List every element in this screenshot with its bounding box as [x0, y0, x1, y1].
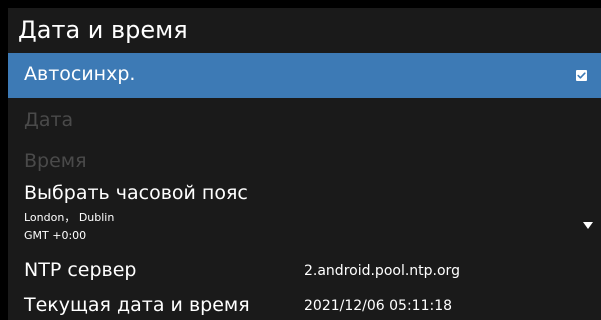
checkmark-icon [577, 72, 586, 79]
auto-sync-checkbox[interactable] [576, 70, 587, 81]
current-datetime-value: 2021/12/06 05:11:18 [304, 298, 453, 314]
current-datetime-label: Текущая дата и время [24, 294, 250, 316]
time-row[interactable]: Время [8, 144, 601, 178]
auto-sync-label: Автосинхр. [24, 63, 136, 85]
auto-sync-row[interactable]: Автосинхр. [8, 53, 601, 98]
page-title: Дата и время [18, 16, 188, 44]
date-row[interactable]: Дата [8, 103, 601, 137]
timezone-label: Выбрать часовой пояс [24, 182, 248, 204]
current-datetime-row: Текущая дата и время 2021/12/06 05:11:18 [8, 291, 601, 319]
timezone-row[interactable]: Выбрать часовой пояс London， Dublin GMT … [8, 178, 601, 248]
timezone-offset: GMT +0:00 [24, 229, 87, 242]
timezone-city: London， Dublin [24, 211, 115, 224]
date-label: Дата [24, 109, 74, 131]
ntp-server-label: NTP сервер [24, 259, 137, 281]
ntp-server-row[interactable]: NTP сервер 2.android.pool.ntp.org [8, 256, 601, 284]
ntp-server-value: 2.android.pool.ntp.org [304, 263, 460, 279]
time-label: Время [24, 150, 87, 172]
settings-panel: Дата и время Автосинхр. Дата Время Выбра… [8, 8, 601, 320]
chevron-down-icon[interactable] [583, 222, 593, 229]
